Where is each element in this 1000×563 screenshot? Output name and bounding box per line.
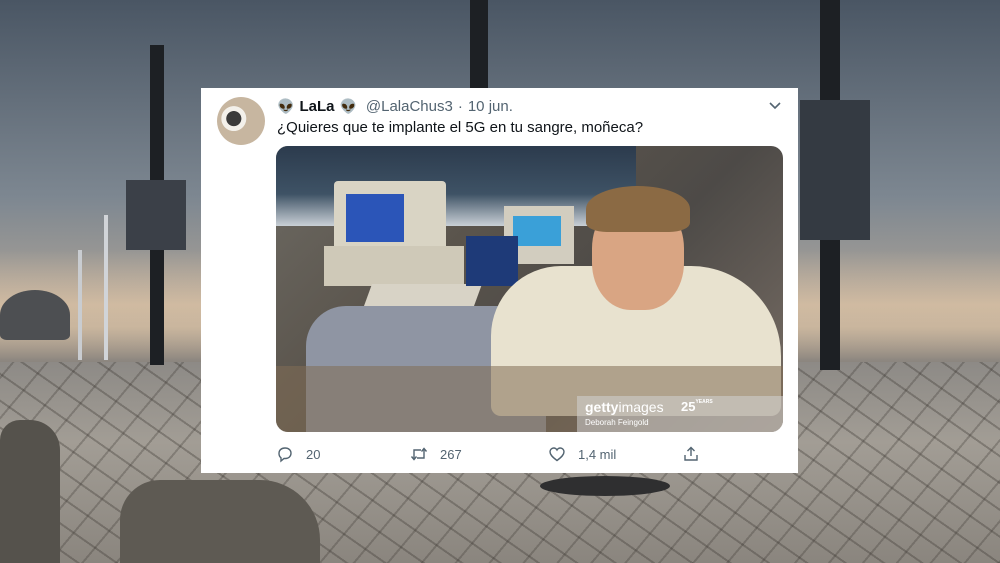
photo-keyboard xyxy=(363,284,483,306)
tree-stump xyxy=(120,480,320,563)
tree-stump xyxy=(0,420,60,563)
dead-bird xyxy=(540,476,670,496)
alien-icon: 👽 xyxy=(339,97,357,114)
tweet-actions: 20 267 1,4 mil xyxy=(276,444,788,464)
watermark-anniversary: 25YEARS xyxy=(681,399,713,414)
wind-turbine xyxy=(104,215,108,360)
cell-tower-right-antenna xyxy=(800,100,870,240)
retweet-icon xyxy=(410,447,428,461)
tweet-text: ¿Quieres que te implante el 5G en tu san… xyxy=(277,119,644,136)
dead-tree xyxy=(0,290,70,340)
like-button[interactable]: 1,4 mil xyxy=(548,444,616,464)
author-name[interactable]: LaLa xyxy=(299,98,334,115)
chevron-down-icon[interactable] xyxy=(768,98,782,112)
like-count: 1,4 mil xyxy=(578,446,617,462)
watermark-credit: Deborah Feingold xyxy=(585,418,649,427)
like-icon xyxy=(549,447,565,462)
tweet-card[interactable]: 👽 LaLa 👽 @LalaChus3 · 10 jun. ¿Quieres q… xyxy=(201,88,798,473)
retweet-button[interactable]: 267 xyxy=(410,444,462,464)
cell-tower-center xyxy=(470,0,488,90)
retweet-count: 267 xyxy=(440,446,462,462)
tweet-photo[interactable]: gettyimages 25YEARS Deborah Feingold xyxy=(276,146,783,432)
watermark-brand: gettyimages xyxy=(585,399,664,415)
reply-count: 20 xyxy=(306,446,321,462)
photo-monitor-screen xyxy=(346,194,404,242)
photo-window xyxy=(276,146,636,226)
separator-dot: · xyxy=(457,97,463,115)
share-icon xyxy=(684,446,698,461)
photo-computer-case xyxy=(324,246,464,286)
photo-person-hair xyxy=(586,186,690,232)
share-button[interactable] xyxy=(682,444,712,464)
author-handle[interactable]: @LalaChus3 xyxy=(366,98,453,115)
getty-watermark: gettyimages 25YEARS Deborah Feingold xyxy=(577,396,783,432)
tweet-header: 👽 LaLa 👽 @LalaChus3 · 10 jun. xyxy=(277,96,513,116)
wind-turbine xyxy=(78,250,82,360)
avatar[interactable] xyxy=(217,97,265,145)
cell-tower-left-antenna xyxy=(126,180,186,250)
reply-button[interactable]: 20 xyxy=(276,444,320,464)
reply-icon xyxy=(278,447,292,463)
tweet-date[interactable]: 10 jun. xyxy=(468,98,513,115)
alien-icon: 👽 xyxy=(277,97,295,114)
photo-monitor-2-screen xyxy=(513,216,561,246)
photo-software-box xyxy=(466,236,518,286)
